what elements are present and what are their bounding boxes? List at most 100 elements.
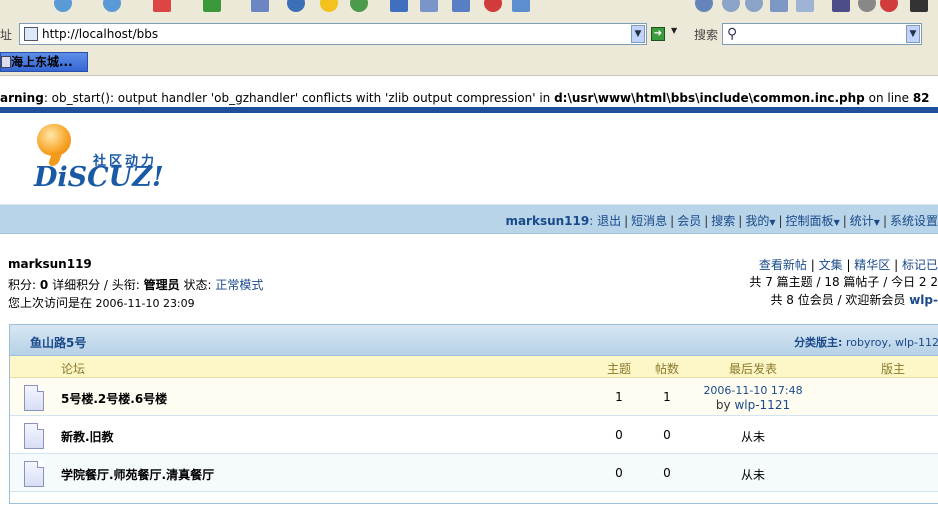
- forum-stats: 共 7 篇主题 / 18 篇帖子 / 今日 2 2: [749, 275, 938, 289]
- link-collections[interactable]: 文集: [819, 258, 843, 272]
- browser-toolbar: [0, 0, 938, 15]
- taskbar-link-label: 海上东城...: [11, 55, 73, 69]
- table-row: 学院餐厅.师苑餐厅.清真餐厅 0 0 从未: [10, 454, 938, 492]
- last-post-by: by wlp-1121: [715, 398, 791, 412]
- last-post-never: 从未: [740, 468, 765, 482]
- col-forum: 论坛: [61, 362, 86, 376]
- member-stats: 共 8 位会员 / 欢迎新会员 wlp-: [770, 293, 938, 307]
- search-toolbar-icon[interactable]: [287, 0, 305, 12]
- forum-link[interactable]: 学院餐厅.师苑餐厅.清真餐厅: [61, 466, 214, 483]
- go-button[interactable]: ➔: [651, 27, 665, 41]
- nav-messages[interactable]: 短消息: [631, 214, 667, 228]
- user-credits-line: 积分: 0 详细积分 / 头衔: 管理员 状态: 正常模式: [8, 278, 264, 292]
- post-count: 1: [663, 390, 671, 404]
- category-header: 鱼山路5号 分类版主: robyroy, wlp-112: [10, 325, 938, 356]
- address-bar: 址 http://localhost/bbs ▼ ➔ ▼ 搜索 ⚲ ▼: [0, 15, 938, 49]
- forum-link[interactable]: 5号楼.2号楼.6号楼: [61, 390, 167, 407]
- forum-icon: [24, 423, 44, 449]
- edit-icon[interactable]: [452, 0, 470, 12]
- search-label: 搜索: [694, 28, 719, 42]
- topic-count: 1: [615, 390, 623, 404]
- topic-count: 0: [615, 428, 623, 442]
- forum-icon: [24, 385, 44, 411]
- chevron-down-icon: ▼: [873, 218, 880, 227]
- home-icon[interactable]: [251, 0, 269, 12]
- nav-arrow-icon[interactable]: [722, 0, 740, 12]
- forward-icon[interactable]: [103, 0, 121, 12]
- search-icon: ⚲: [727, 26, 738, 42]
- quick-links: 查看新帖 | 文集 | 精华区 | 标记已: [758, 258, 938, 272]
- col-posts: 帖数: [655, 362, 680, 376]
- printer-icon[interactable]: [910, 0, 928, 12]
- post-count: 0: [663, 428, 671, 442]
- nav-search[interactable]: 搜索: [711, 214, 735, 228]
- print-icon[interactable]: [420, 0, 438, 12]
- page-icon[interactable]: [770, 0, 788, 12]
- nav-stats[interactable]: 统计▼: [850, 214, 880, 228]
- nav-username[interactable]: marksun119: [505, 214, 589, 228]
- back-icon[interactable]: [54, 0, 72, 12]
- category-title[interactable]: 鱼山路5号: [30, 334, 86, 351]
- chevron-down-icon: ▼: [769, 218, 776, 227]
- nav-members[interactable]: 会员: [677, 214, 701, 228]
- logo-text: DiSCUZ!: [34, 162, 164, 193]
- user-title: 管理员: [143, 278, 180, 292]
- forum-icon: [24, 461, 44, 487]
- col-topics: 主题: [607, 362, 632, 376]
- nav-arrow-icon[interactable]: [745, 0, 763, 12]
- nav-logout[interactable]: 退出: [597, 214, 621, 228]
- last-post-date[interactable]: 2006-11-10 17:48: [700, 384, 806, 397]
- link-new-posts[interactable]: 查看新帖: [759, 258, 807, 272]
- topic-count: 0: [615, 466, 623, 480]
- chevron-down-icon[interactable]: ▼: [631, 25, 645, 43]
- user-icon[interactable]: [858, 0, 876, 12]
- last-visit-time: 2006-11-10 23:09: [95, 297, 195, 310]
- stop-icon[interactable]: [153, 0, 171, 12]
- credits-detail-link[interactable]: 详细积分: [52, 278, 100, 292]
- table-row: 5号楼.2号楼.6号楼 1 1 2006-11-10 17:48 by wlp-…: [10, 378, 938, 416]
- warning-path: d:\usr\www\html\bbs\include\common.inc.p…: [554, 91, 865, 105]
- history-icon[interactable]: [350, 0, 368, 12]
- nav-system-settings[interactable]: 系统设置: [890, 214, 938, 228]
- page-icon: [24, 27, 38, 41]
- forum-link[interactable]: 新教.旧教: [61, 428, 114, 445]
- link-mark-read[interactable]: 标记已: [902, 258, 938, 272]
- discuz-logo[interactable]: 社区动力 DiSCUZ!: [34, 124, 174, 194]
- page-icon[interactable]: [796, 0, 814, 12]
- warning-on-line: on line: [864, 91, 913, 105]
- last-post-user[interactable]: wlp-1121: [734, 398, 790, 412]
- nav-mine[interactable]: 我的▼: [745, 214, 775, 228]
- nav-control-panel[interactable]: 控制面板▼: [786, 214, 840, 228]
- refresh-icon[interactable]: [203, 0, 221, 12]
- last-visit-line: 您上次访问是在 2006-11-10 23:09: [8, 296, 195, 310]
- new-member-link[interactable]: wlp-: [909, 293, 938, 307]
- mail-icon[interactable]: [390, 0, 408, 12]
- col-moderator: 版主: [881, 362, 906, 376]
- main-nav: marksun119: 退出 | 短消息 | 会员 | 搜索 | 我的▼ | 控制面板▼ | 统计▼ | 系…: [0, 204, 938, 234]
- header-divider: [0, 107, 938, 113]
- last-post-never: 从未: [740, 430, 765, 444]
- chevron-down-icon[interactable]: ▼: [671, 26, 677, 35]
- favorites-icon[interactable]: [320, 0, 338, 12]
- taskbar-link-button[interactable]: 海上东城...: [0, 52, 88, 72]
- block-icon[interactable]: [484, 0, 502, 12]
- address-label: 址: [0, 28, 13, 42]
- grid-icon[interactable]: [832, 0, 850, 12]
- warning-line: 82: [912, 91, 930, 105]
- links-bar: 海上东城...: [0, 49, 938, 76]
- chevron-down-icon[interactable]: ▼: [906, 25, 920, 43]
- nav-items: marksun119: 退出 | 短消息 | 会员 | 搜索 | 我的▼ | 控制面板▼ | 统计▼ | 系…: [505, 214, 938, 228]
- link-digest[interactable]: 精华区: [854, 258, 890, 272]
- url-input[interactable]: http://localhost/bbs ▼: [19, 23, 647, 45]
- column-header: 论坛 主题 帖数 最后发表 版主: [10, 356, 938, 378]
- url-text[interactable]: http://localhost/bbs: [42, 27, 158, 41]
- block-icon[interactable]: [880, 0, 898, 12]
- table-row: 新教.旧教 0 0 从未: [10, 416, 938, 454]
- tools-icon[interactable]: [695, 0, 713, 12]
- chevron-down-icon: ▼: [833, 218, 840, 227]
- messenger-icon[interactable]: [512, 0, 530, 12]
- moderator-links[interactable]: robyroy, wlp-112: [846, 336, 938, 349]
- status-mode-link[interactable]: 正常模式: [215, 278, 263, 292]
- search-input[interactable]: ⚲ ▼: [722, 23, 922, 45]
- php-warning: arning: ob_start(): output handler 'ob_g…: [0, 91, 938, 107]
